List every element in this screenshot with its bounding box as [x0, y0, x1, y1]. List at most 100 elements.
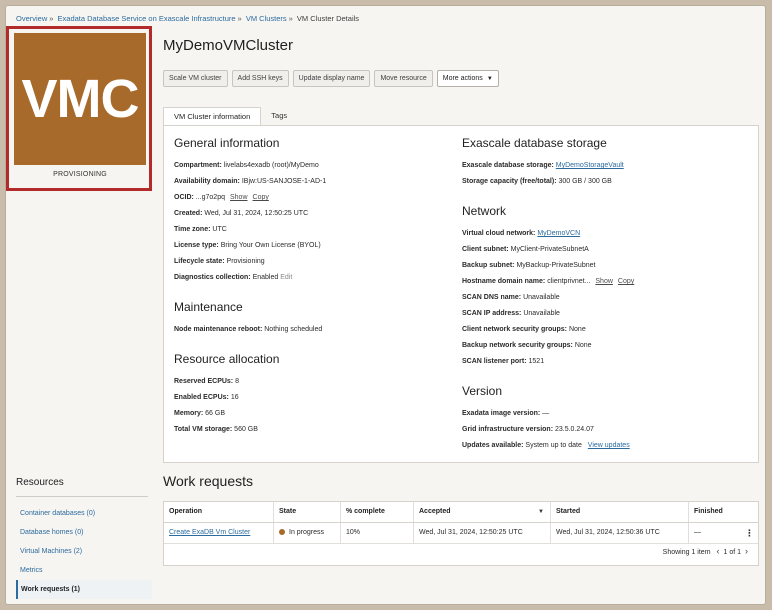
image-version-label: Exadata image version:: [462, 410, 541, 417]
scan-dns-label: SCAN DNS name:: [462, 294, 522, 301]
resources-item-container-databases[interactable]: Container databases (0): [16, 504, 152, 523]
client-nsg-value: None: [568, 326, 586, 333]
scan-dns-row: SCAN DNS name: Unavailable: [462, 290, 634, 306]
table-header: Operation State % complete Accepted ▼ Sta…: [164, 502, 758, 523]
diagnostics-row: Diagnostics collection: Enabled Edit: [174, 270, 326, 286]
left-column: General information Compartment: livelab…: [174, 136, 326, 438]
maintenance-reboot-value: Nothing scheduled: [264, 326, 323, 333]
column-header-accepted[interactable]: Accepted ▼: [414, 502, 551, 522]
scan-ip-label: SCAN IP address:: [462, 310, 522, 317]
grid-version-label: Grid infrastructure version:: [462, 426, 554, 433]
maintenance-heading: Maintenance: [174, 300, 243, 314]
updates-row: Updates available: System up to date Vie…: [462, 438, 634, 454]
total-vm-storage-value: 560 GB: [234, 426, 258, 433]
time-zone-row: Time zone: UTC: [174, 222, 326, 238]
operation-cell: Create ExaDB Vm Cluster: [164, 523, 274, 543]
created-row: Created: Wed, Jul 31, 2024, 12:50:25 UTC: [174, 206, 326, 222]
column-header-started[interactable]: Started: [551, 502, 689, 522]
operation-link[interactable]: Create ExaDB Vm Cluster: [169, 529, 250, 536]
column-header-complete[interactable]: % complete: [341, 502, 414, 522]
accepted-cell: Wed, Jul 31, 2024, 12:50:25 UTC: [414, 523, 551, 543]
reserved-ecpus-label: Reserved ECPUs:: [174, 378, 234, 385]
hostname-label: Hostname domain name:: [462, 278, 546, 285]
client-nsg-label: Client network security groups:: [462, 326, 568, 333]
breadcrumb-exadata[interactable]: Exadata Database Service on Exascale Inf…: [58, 14, 236, 23]
update-display-name-button[interactable]: Update display name: [292, 70, 371, 87]
exascale-storage-heading: Exascale database storage: [462, 136, 607, 150]
resources-item-work-requests[interactable]: Work requests (1): [16, 580, 152, 599]
page-frame: Overview» Exadata Database Service on Ex…: [5, 5, 766, 605]
hostname-copy-link[interactable]: Copy: [618, 278, 634, 285]
column-header-state[interactable]: State: [274, 502, 341, 522]
tab-bar: VM Cluster information Tags: [163, 107, 297, 126]
lifecycle-state-row: Lifecycle state: Provisioning: [174, 254, 326, 270]
add-ssh-keys-button[interactable]: Add SSH keys: [231, 70, 289, 87]
resources-item-database-homes[interactable]: Database homes (0): [16, 523, 152, 542]
vcn-label: Virtual cloud network:: [462, 230, 536, 237]
enabled-ecpus-row: Enabled ECPUs: 16: [174, 390, 326, 406]
scan-ip-row: SCAN IP address: Unavailable: [462, 306, 634, 322]
enabled-ecpus-label: Enabled ECPUs:: [174, 394, 229, 401]
exascale-storage-link[interactable]: MyDemoStorageVault: [556, 162, 624, 169]
column-header-finished[interactable]: Finished: [689, 502, 758, 522]
network-heading: Network: [462, 204, 507, 218]
resources-item-metrics[interactable]: Metrics: [16, 561, 152, 580]
finished-cell: — ⋮: [689, 523, 758, 543]
finished-value: —: [694, 529, 701, 536]
hostname-show-link[interactable]: Show: [595, 278, 613, 285]
resources-item-virtual-machines[interactable]: Virtual Machines (2): [16, 542, 152, 561]
kebab-menu-icon[interactable]: ⋮: [745, 523, 754, 543]
scan-dns-value: Unavailable: [523, 294, 560, 301]
client-subnet-value: MyClient-PrivateSubnetA: [510, 246, 589, 253]
showing-count: Showing 1 item: [662, 549, 711, 556]
diagnostics-edit-link[interactable]: Edit: [280, 274, 292, 281]
license-type-label: License type:: [174, 242, 219, 249]
page-title: MyDemoVMCluster: [163, 37, 294, 54]
pager-label: 1 of 1: [723, 549, 741, 556]
resource-badge-text: VMC: [21, 69, 140, 129]
version-heading: Version: [462, 384, 503, 398]
storage-capacity-value: 300 GB / 300 GB: [558, 178, 612, 185]
diagnostics-value: Enabled: [252, 274, 279, 281]
scale-vm-cluster-button[interactable]: Scale VM cluster: [163, 70, 228, 87]
tab-vm-cluster-information[interactable]: VM Cluster information: [163, 107, 262, 126]
next-page-icon[interactable]: ›: [745, 546, 748, 556]
view-updates-link[interactable]: View updates: [588, 442, 630, 449]
enabled-ecpus-value: 16: [230, 394, 239, 401]
more-actions-button[interactable]: More actions ▼: [436, 70, 499, 87]
availability-domain-label: Availability domain:: [174, 178, 240, 185]
breadcrumb: Overview» Exadata Database Service on Ex…: [16, 14, 359, 23]
storage-capacity-row: Storage capacity (free/total): 300 GB / …: [462, 174, 634, 190]
storage-capacity-label: Storage capacity (free/total):: [462, 178, 557, 185]
compartment-row: Compartment: livelabs4exadb (root)/MyDem…: [174, 158, 326, 174]
scan-listener-value: 1521: [528, 358, 545, 365]
resource-allocation-heading: Resource allocation: [174, 352, 280, 366]
exascale-storage-row: Exascale database storage: MyDemoStorage…: [462, 158, 634, 174]
table-row: Create ExaDB Vm Cluster In progress 10% …: [164, 523, 758, 544]
ocid-show-link[interactable]: Show: [230, 194, 248, 201]
breadcrumb-separator: »: [237, 14, 242, 23]
sort-desc-icon: ▼: [538, 509, 544, 515]
move-resource-button[interactable]: Move resource: [374, 70, 433, 87]
ocid-copy-link[interactable]: Copy: [253, 194, 269, 201]
updates-value: System up to date: [525, 442, 582, 449]
caret-down-icon: ▼: [486, 76, 493, 82]
vcn-link[interactable]: MyDemoVCN: [537, 230, 580, 237]
backup-nsg-row: Backup network security groups: None: [462, 338, 634, 354]
column-header-operation[interactable]: Operation: [164, 502, 274, 522]
breadcrumb-separator: »: [49, 14, 54, 23]
prev-page-icon[interactable]: ‹: [716, 546, 719, 556]
hostname-value: clientprivnet...: [547, 278, 591, 285]
total-vm-storage-row: Total VM storage: 560 GB: [174, 422, 326, 438]
breadcrumb-vm-clusters[interactable]: VM Clusters: [246, 14, 287, 23]
grid-version-row: Grid infrastructure version: 23.5.0.24.0…: [462, 422, 634, 438]
tab-tags[interactable]: Tags: [261, 107, 297, 125]
availability-domain-row: Availability domain: IBjw:US-SANJOSE-1-A…: [174, 174, 326, 190]
breadcrumb-overview[interactable]: Overview: [16, 14, 47, 23]
table-footer: Showing 1 item ‹ 1 of 1 ›: [663, 546, 752, 556]
column-header-accepted-label: Accepted: [419, 508, 451, 515]
image-version-row: Exadata image version: —: [462, 406, 634, 422]
hostname-row: Hostname domain name: clientprivnet... Sh…: [462, 274, 634, 290]
scan-listener-row: SCAN listener port: 1521: [462, 354, 634, 370]
started-cell: Wed, Jul 31, 2024, 12:50:36 UTC: [551, 523, 689, 543]
